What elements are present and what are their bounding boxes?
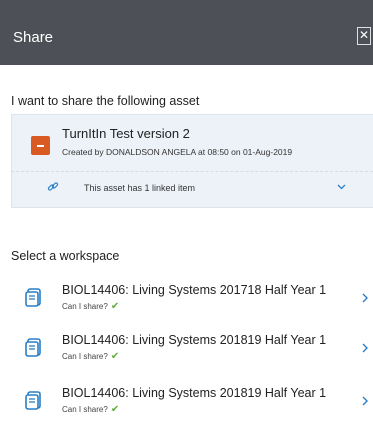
can-share-label: Can I share? (62, 352, 108, 361)
book-icon (25, 338, 41, 357)
workspace-name: BIOL14406: Living Systems 201819 Half Ye… (62, 333, 327, 347)
workspace-item[interactable]: BIOL14406: Living Systems 201819 Half Ye… (0, 386, 373, 434)
check-icon: ✔ (110, 351, 120, 362)
check-icon: ✔ (110, 301, 120, 312)
share-dialog-header: Share ✕ (0, 0, 373, 65)
workspace-name: BIOL14406: Living Systems 201718 Half Ye… (62, 283, 327, 297)
link-icon (47, 182, 59, 191)
close-button[interactable]: ✕ (357, 27, 371, 45)
chevron-right-icon (362, 396, 368, 406)
book-icon (25, 391, 41, 410)
workspace-section-title: Select a workspace (11, 249, 120, 263)
workspace-name: BIOL14406: Living Systems 201819 Half Ye… (62, 386, 327, 400)
book-icon (25, 288, 41, 307)
can-share-status: Can I share? ✔ (62, 301, 119, 312)
asset-section-title: I want to share the following asset (11, 94, 200, 108)
can-share-status: Can I share? ✔ (62, 404, 119, 415)
workspace-item[interactable]: BIOL14406: Living Systems 201819 Half Ye… (0, 333, 373, 381)
asset-name: TurnItIn Test version 2 (62, 126, 190, 141)
dialog-title: Share (13, 29, 54, 46)
chevron-right-icon (362, 293, 368, 303)
document-icon (31, 136, 50, 155)
chevron-down-icon[interactable] (337, 182, 346, 191)
asset-meta: Created by DONALDSON ANGELA at 08:50 on … (62, 147, 293, 157)
can-share-label: Can I share? (62, 405, 108, 414)
can-share-status: Can I share? ✔ (62, 351, 119, 362)
workspace-item[interactable]: BIOL14406: Living Systems 201718 Half Ye… (0, 283, 373, 331)
close-icon: ✕ (358, 28, 370, 42)
can-share-label: Can I share? (62, 302, 108, 311)
asset-divider (11, 171, 373, 172)
check-icon: ✔ (110, 404, 120, 415)
chevron-right-icon (362, 343, 368, 353)
linked-items-toggle[interactable]: This asset has 1 linked item (84, 183, 195, 193)
